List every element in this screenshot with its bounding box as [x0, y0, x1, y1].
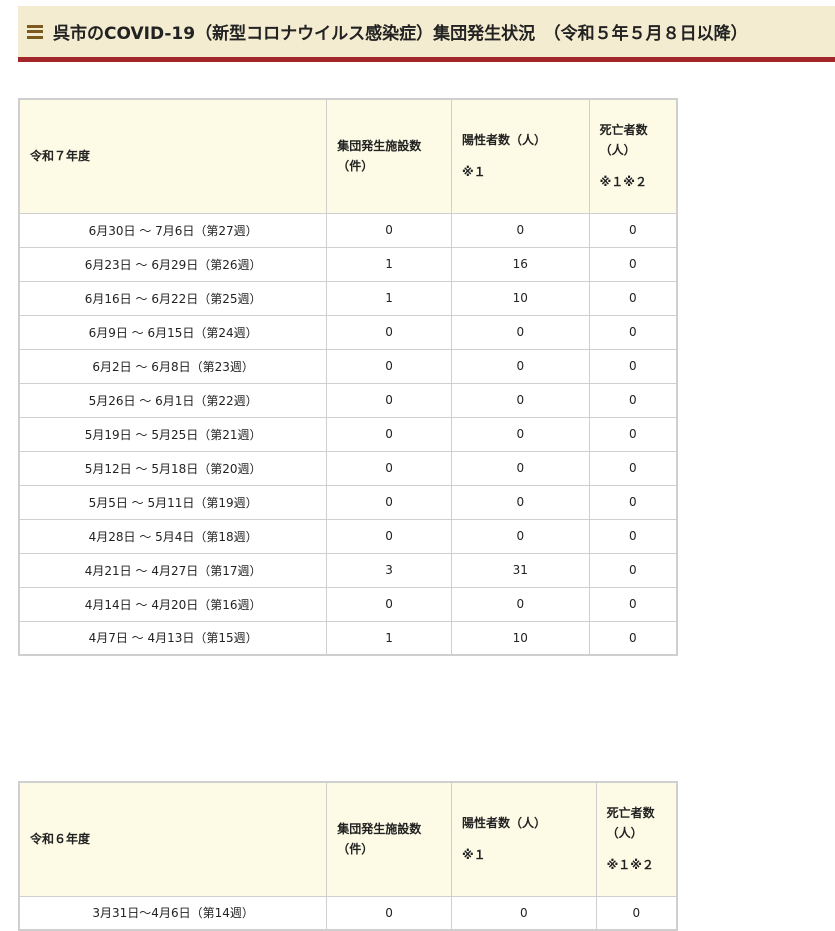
deaths-header-label: 死亡者数 [599, 123, 648, 138]
table-row: 4月21日 ～ 4月27日（第17週） 3 31 0 [18, 552, 678, 588]
table-row: 5月5日 ～ 5月11日（第19週） 0 0 0 [18, 484, 678, 520]
period-cell: 5月5日 ～ 5月11日（第19週） [18, 484, 328, 520]
table-header-row: 令和７年度 集団発生施設数 （件） 陽性者数（人） ※１ 死亡者数 （人） ※１… [18, 98, 678, 214]
positives-cell: 0 [450, 212, 590, 248]
deaths-cell: 0 [588, 586, 678, 622]
facilities-header-unit: （件） [337, 159, 374, 174]
period-cell: 6月30日 ～ 7月6日（第27週） [18, 212, 328, 248]
facilities-cell: 0 [326, 416, 452, 452]
facilities-header-unit: （件） [337, 842, 374, 857]
period-cell: 6月23日 ～ 6月29日（第26週） [18, 246, 328, 282]
facilities-cell: 1 [326, 246, 452, 282]
period-cell: 5月12日 ～ 5月18日（第20週） [18, 450, 328, 486]
deaths-header-label: 死亡者数 [606, 806, 655, 821]
positives-cell: 0 [450, 416, 590, 452]
period-cell: 4月14日 ～ 4月20日（第16週） [18, 586, 328, 622]
table-row: 6月2日 ～ 6月8日（第23週） 0 0 0 [18, 348, 678, 384]
outbreak-table-r6: 令和６年度 集団発生施設数 （件） 陽性者数（人） ※１ 死亡者数 （人） ※１… [18, 781, 678, 931]
facilities-cell: 0 [326, 382, 452, 418]
deaths-header-unit: （人） [599, 143, 636, 158]
positives-cell: 0 [450, 314, 590, 350]
positives-cell: 0 [450, 348, 590, 384]
deaths-cell: 0 [588, 620, 678, 656]
facilities-cell: 3 [326, 552, 452, 588]
menu-lines-icon [27, 24, 43, 39]
period-cell: 6月2日 ～ 6月8日（第23週） [18, 348, 328, 384]
deaths-cell: 0 [588, 552, 678, 588]
facilities-cell: 0 [326, 484, 452, 520]
year-header: 令和６年度 [18, 781, 328, 897]
period-cell: 5月19日 ～ 5月25日（第21週） [18, 416, 328, 452]
table-row: 6月23日 ～ 6月29日（第26週） 1 16 0 [18, 246, 678, 282]
deaths-header-note: ※１※２ [606, 858, 654, 873]
deaths-cell: 0 [588, 518, 678, 554]
table-row: 6月16日 ～ 6月22日（第25週） 1 10 0 [18, 280, 678, 316]
facilities-cell: 0 [326, 450, 452, 486]
period-cell: 6月9日 ～ 6月15日（第24週） [18, 314, 328, 350]
outbreak-table-r7: 令和７年度 集団発生施設数 （件） 陽性者数（人） ※１ 死亡者数 （人） ※１… [18, 98, 678, 656]
deaths-cell: 0 [588, 314, 678, 350]
period-cell: 3月31日～4月6日（第14週） [18, 895, 328, 931]
table-row: 4月7日 ～ 4月13日（第15週） 1 10 0 [18, 620, 678, 656]
deaths-cell: 0 [588, 212, 678, 248]
table-row: 5月26日 ～ 6月1日（第22週） 0 0 0 [18, 382, 678, 418]
deaths-cell: 0 [588, 280, 678, 316]
positives-header: 陽性者数（人） ※１ [450, 781, 597, 897]
period-cell: 4月28日 ～ 5月4日（第18週） [18, 518, 328, 554]
positives-header-label: 陽性者数（人） [461, 816, 546, 831]
facilities-cell: 0 [326, 212, 452, 248]
facilities-header-label: 集団発生施設数 [337, 822, 422, 837]
year-header: 令和７年度 [18, 98, 328, 214]
table-row: 4月14日 ～ 4月20日（第16週） 0 0 0 [18, 586, 678, 622]
deaths-header-unit: （人） [606, 826, 643, 841]
facilities-cell: 0 [326, 586, 452, 622]
table-header-row: 令和６年度 集団発生施設数 （件） 陽性者数（人） ※１ 死亡者数 （人） ※１… [18, 781, 678, 897]
positives-cell: 0 [450, 382, 590, 418]
deaths-header: 死亡者数 （人） ※１※２ [588, 98, 678, 214]
deaths-cell: 0 [588, 348, 678, 384]
deaths-cell: 0 [588, 416, 678, 452]
page-heading: 呉市のCOVID-19（新型コロナウイルス感染症）集団発生状況 （令和５年５月８… [18, 6, 835, 62]
table-row: 5月19日 ～ 5月25日（第21週） 0 0 0 [18, 416, 678, 452]
positives-cell: 0 [450, 484, 590, 520]
deaths-header-note: ※１※２ [599, 175, 647, 190]
table-row: 6月9日 ～ 6月15日（第24週） 0 0 0 [18, 314, 678, 350]
facilities-header: 集団発生施設数 （件） [326, 98, 452, 214]
facilities-cell: 0 [326, 314, 452, 350]
facilities-header: 集団発生施設数 （件） [326, 781, 452, 897]
positives-cell: 0 [450, 450, 590, 486]
facilities-header-label: 集団発生施設数 [337, 139, 422, 154]
table-row: 5月12日 ～ 5月18日（第20週） 0 0 0 [18, 450, 678, 486]
facilities-cell: 0 [326, 895, 452, 931]
positives-cell: 10 [450, 620, 590, 656]
period-cell: 5月26日 ～ 6月1日（第22週） [18, 382, 328, 418]
facilities-cell: 0 [326, 348, 452, 384]
positives-cell: 16 [450, 246, 590, 282]
deaths-cell: 0 [588, 450, 678, 486]
positives-cell: 0 [450, 518, 590, 554]
positives-cell: 10 [450, 280, 590, 316]
deaths-cell: 0 [588, 382, 678, 418]
positives-header-label: 陽性者数（人） [461, 133, 546, 148]
facilities-cell: 1 [326, 620, 452, 656]
table-row: 4月28日 ～ 5月4日（第18週） 0 0 0 [18, 518, 678, 554]
deaths-header: 死亡者数 （人） ※１※２ [595, 781, 678, 897]
deaths-cell: 0 [588, 484, 678, 520]
positives-header-note: ※１ [461, 165, 486, 180]
table-row: 3月31日～4月6日（第14週） 0 0 0 [18, 895, 678, 931]
deaths-cell: 0 [588, 246, 678, 282]
period-cell: 4月21日 ～ 4月27日（第17週） [18, 552, 328, 588]
table-row: 6月30日 ～ 7月6日（第27週） 0 0 0 [18, 212, 678, 248]
positives-cell: 0 [450, 586, 590, 622]
positives-cell: 0 [450, 895, 597, 931]
period-cell: 4月7日 ～ 4月13日（第15週） [18, 620, 328, 656]
positives-header-note: ※１ [461, 848, 486, 863]
deaths-cell: 0 [595, 895, 678, 931]
page-title: 呉市のCOVID-19（新型コロナウイルス感染症）集団発生状況 （令和５年５月８… [53, 24, 748, 44]
positives-cell: 31 [450, 552, 590, 588]
period-cell: 6月16日 ～ 6月22日（第25週） [18, 280, 328, 316]
positives-header: 陽性者数（人） ※１ [450, 98, 590, 214]
facilities-cell: 1 [326, 280, 452, 316]
facilities-cell: 0 [326, 518, 452, 554]
